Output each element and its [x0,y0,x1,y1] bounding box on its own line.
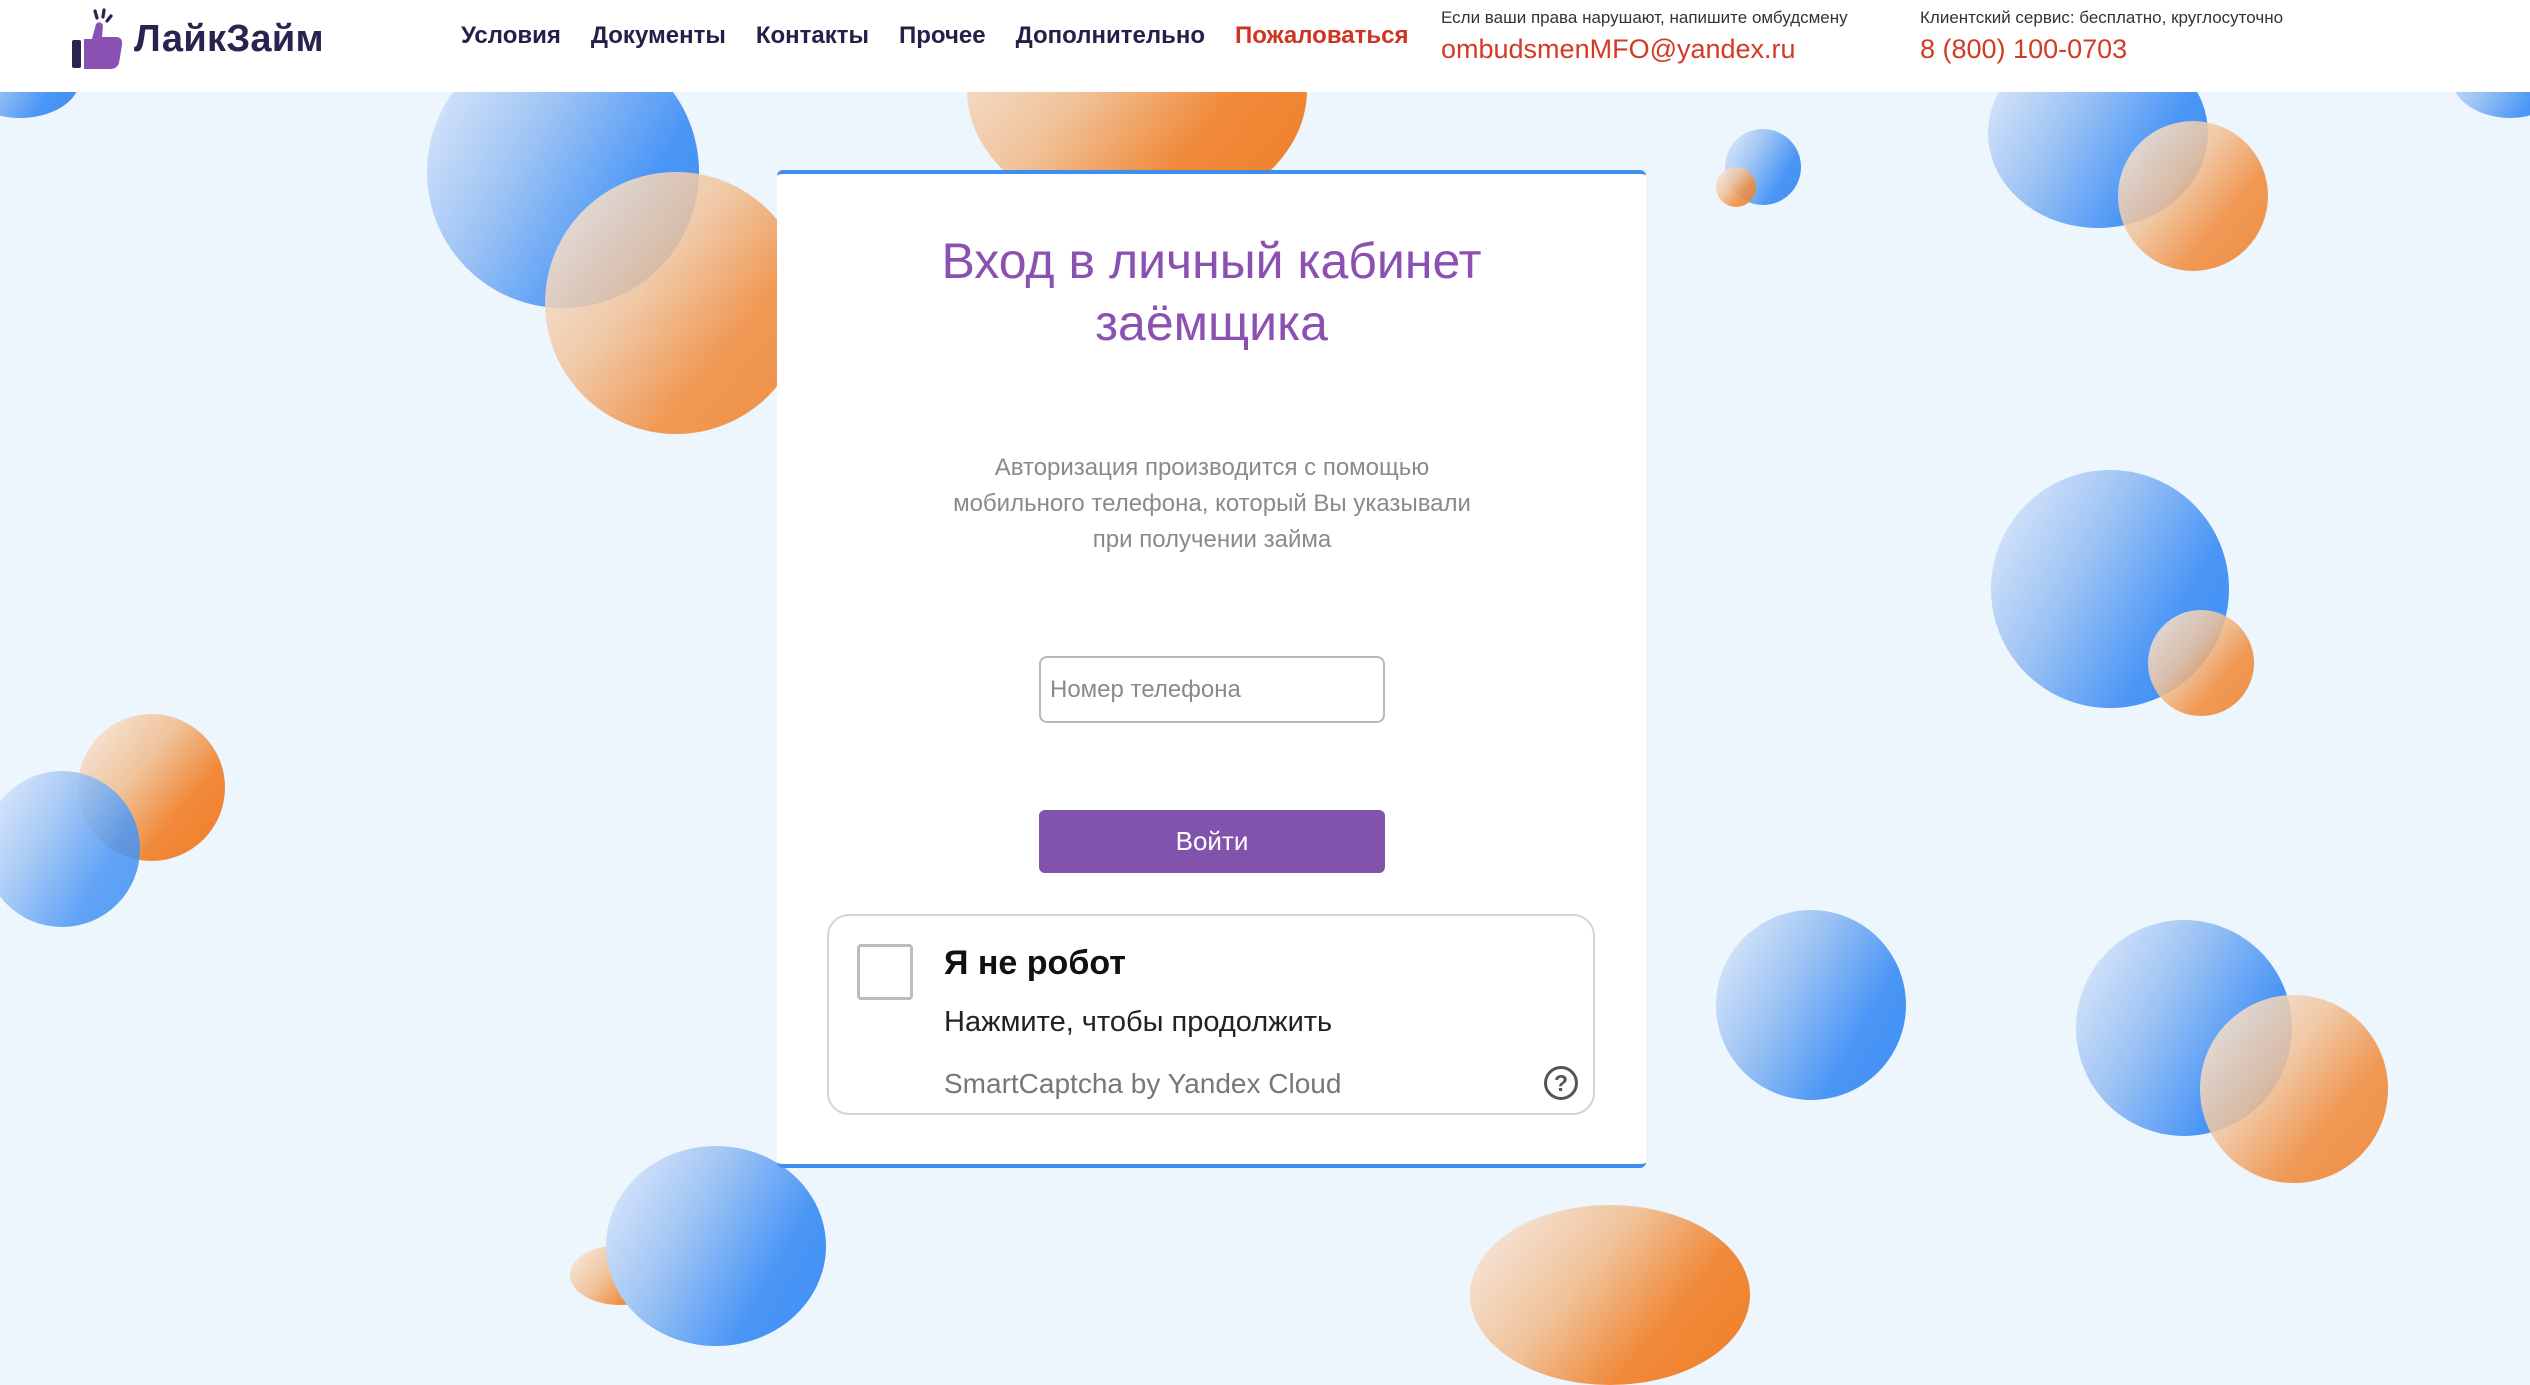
service-phone-link[interactable]: 8 (800) 100-0703 [1920,34,2283,65]
main-nav: Условия Документы Контакты Прочее Дополн… [461,22,1408,50]
decor-bubble [2118,121,2268,271]
auth-description-line-1: Авторизация производится с помощью [994,454,1430,481]
login-card: Вход в личный кабинет заёмщика Авторизац… [777,170,1646,1168]
ombudsman-hint: Если ваши права нарушают, напишите омбуд… [1441,8,1848,27]
thumbs-up-icon [72,8,123,69]
decor-bubble [2200,995,2388,1183]
decor-bubble [1716,167,1756,207]
decor-bubble [1716,910,1906,1100]
captcha-brand: SmartCaptcha by Yandex Cloud [944,1068,1342,1099]
nav-item-conditions[interactable]: Условия [461,22,561,50]
phone-input[interactable] [1039,656,1385,723]
decor-bubble [2148,610,2254,716]
page-title-line-1: Вход в личный кабинет [941,233,1482,289]
captcha-checkbox[interactable] [857,944,913,1000]
captcha-subtitle: Нажмите, чтобы продолжить [944,1006,1333,1038]
auth-description-line-3: при получении займа [1092,526,1332,553]
nav-item-additional[interactable]: Дополнительно [1016,22,1205,50]
decor-bubble [1470,1205,1750,1385]
captcha-widget: Я не робот Нажмите, чтобы продолжить Sma… [827,914,1595,1115]
auth-description-line-2: мобильного телефона, который Вы указывал… [953,490,1471,517]
page-title: Вход в личный кабинет заёмщика [777,230,1646,354]
site-header: ЛайкЗайм Условия Документы Контакты Проч… [0,0,2530,92]
nav-item-complaint[interactable]: Пожаловаться [1235,22,1408,50]
service-hint: Клиентский сервис: бесплатно, круглосуто… [1920,8,2284,27]
nav-item-other[interactable]: Прочее [899,22,986,50]
logo[interactable]: ЛайкЗайм [70,8,324,70]
auth-description: Авторизация производится с помощью мобил… [927,450,1497,558]
logo-text: ЛайкЗайм [134,17,324,60]
nav-item-documents[interactable]: Документы [591,22,726,50]
service-contact: Клиентский сервис: бесплатно, круглосуто… [1920,8,2283,65]
decor-bubble [545,172,807,434]
nav-item-contacts[interactable]: Контакты [756,22,869,50]
question-circle-icon[interactable]: ? [1544,1066,1578,1100]
ombudsman-contact: Если ваши права нарушают, напишите омбуд… [1441,8,1848,65]
decor-bubble [606,1146,826,1346]
login-button[interactable]: Войти [1039,810,1385,873]
captcha-title: Я не робот [944,944,1126,982]
ombudsman-email-link[interactable]: ombudsmenMFO@yandex.ru [1441,34,1848,65]
page-title-line-2: заёмщика [1095,295,1328,351]
